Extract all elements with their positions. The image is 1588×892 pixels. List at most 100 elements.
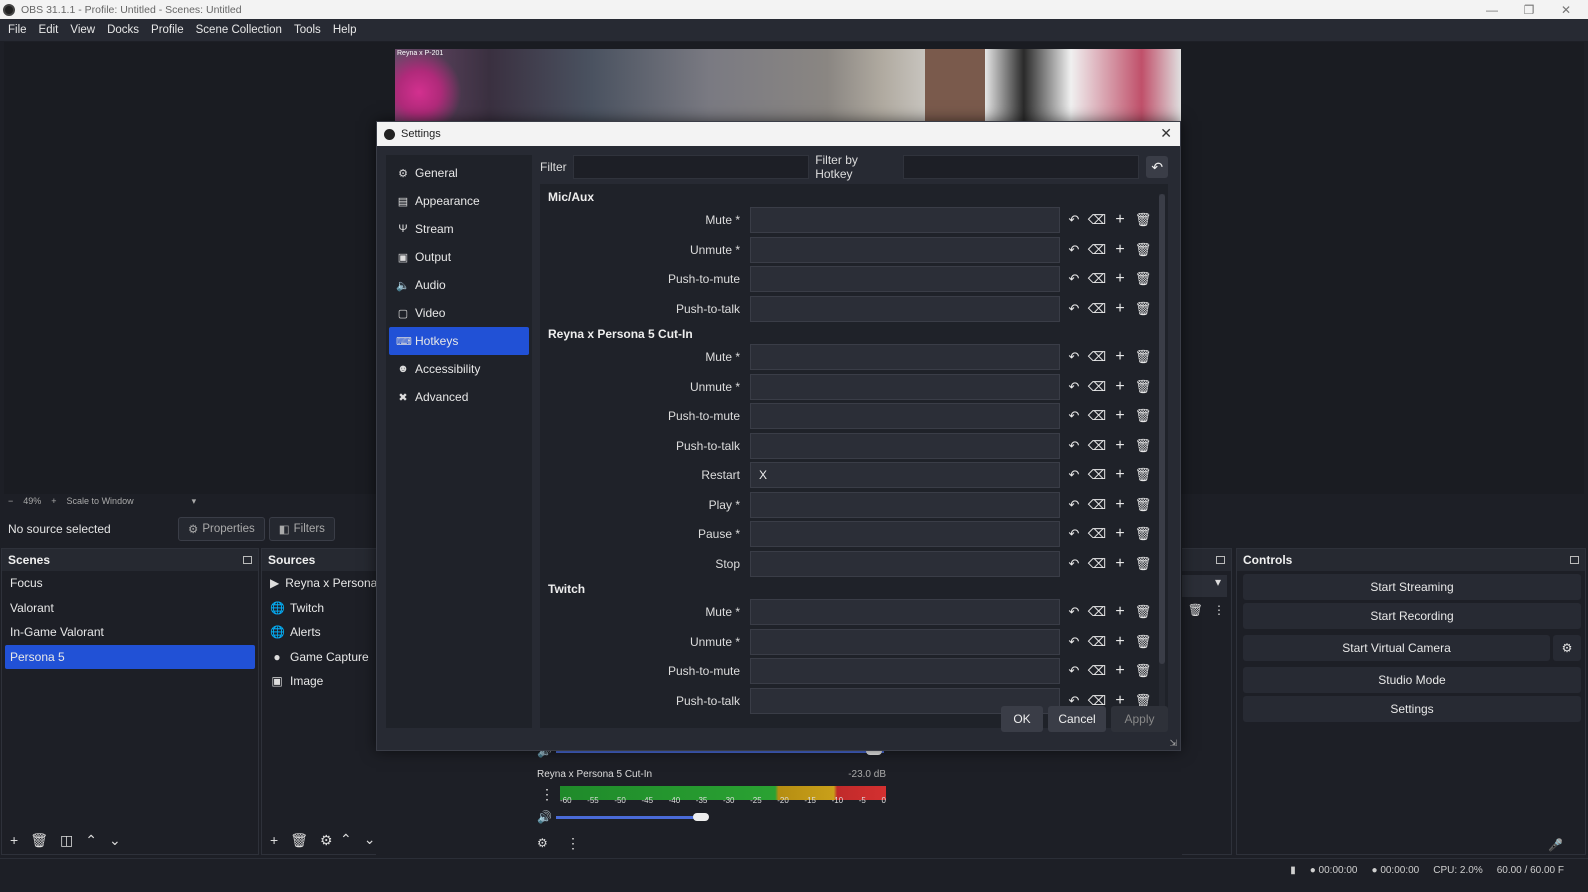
hotkey-input[interactable] [750,628,1060,655]
clear-icon[interactable]: ⌫ [1087,269,1107,289]
nav-hotkeys[interactable]: ⌨ Hotkeys [389,327,529,355]
zoom-out-button[interactable]: − [8,496,13,506]
revert-icon[interactable]: ↶ [1064,240,1084,260]
scrollbar[interactable] [1159,194,1165,714]
menu-scene-collection[interactable]: Scene Collection [190,24,288,36]
revert-icon[interactable]: ↶ [1064,436,1084,456]
gear-icon[interactable]: ⚙ [320,832,333,849]
add-icon[interactable]: + [1110,465,1130,485]
scene-filter-icon[interactable]: ◫ [60,832,73,849]
undock-icon[interactable] [1216,556,1225,564]
speaker-icon[interactable]: 🔊 [537,810,552,824]
trash-icon[interactable]: 🗑 [1133,299,1153,319]
nav-advanced[interactable]: ✖ Advanced [389,383,529,411]
trash-icon[interactable]: 🗑 [1133,661,1153,681]
chevron-up-icon[interactable]: ⌃ [340,831,352,848]
trash-icon[interactable]: 🗑 [1133,406,1153,426]
revert-filter-icon[interactable]: ↶ [1146,156,1168,178]
cancel-button[interactable]: Cancel [1048,706,1106,732]
clear-icon[interactable]: ⌫ [1087,210,1107,230]
revert-icon[interactable]: ↶ [1064,602,1084,622]
hotkey-input[interactable] [750,295,1060,322]
ok-button[interactable]: OK [1001,706,1043,732]
add-icon[interactable]: + [1110,299,1130,319]
scene-item[interactable]: In-Game Valorant [2,620,258,645]
trash-icon[interactable]: 🗑 [30,832,48,849]
source-item[interactable]: ▣ Image [262,669,376,694]
undock-icon[interactable] [243,556,252,564]
trash-icon[interactable]: 🗑 [1133,554,1153,574]
trash-icon[interactable]: 🗑 [1133,632,1153,652]
mixer-settings-icon[interactable]: ⚙ [537,836,548,850]
clear-icon[interactable]: ⌫ [1087,661,1107,681]
revert-icon[interactable]: ↶ [1064,632,1084,652]
minimize-icon[interactable]: — [1474,0,1510,19]
add-icon[interactable]: + [1110,495,1130,515]
chevron-up-icon[interactable]: ⌃ [85,832,97,849]
source-item[interactable]: 🌐 Alerts [262,620,376,645]
scene-item[interactable]: Valorant [2,596,258,621]
add-icon[interactable]: + [1110,524,1130,544]
clear-icon[interactable]: ⌫ [1087,632,1107,652]
trash-icon[interactable]: 🗑 [1133,269,1153,289]
hotkey-input[interactable] [750,373,1060,400]
undock-icon[interactable] [1570,556,1579,564]
start-virtual-camera-button[interactable]: Start Virtual Camera [1243,635,1550,661]
hotkey-input[interactable] [750,344,1060,370]
apply-button[interactable]: Apply [1111,706,1168,732]
volume-slider[interactable] [556,816,701,819]
clear-icon[interactable]: ⌫ [1087,406,1107,426]
hotkey-input[interactable] [750,403,1060,429]
trash-icon[interactable]: 🗑 [1133,465,1153,485]
mic-icon[interactable]: 🎤 [1548,838,1563,852]
revert-icon[interactable]: ↶ [1064,210,1084,230]
nav-stream[interactable]: Ψ Stream [389,215,529,243]
scene-item[interactable]: Focus [2,571,258,596]
trash-icon[interactable]: 🗑 [1133,602,1153,622]
add-icon[interactable]: + [1110,377,1130,397]
hotkey-input[interactable] [750,266,1060,292]
trash-icon[interactable]: 🗑 [1133,240,1153,260]
kebab-menu-icon[interactable]: ⋮ [566,835,580,852]
add-icon[interactable]: + [1110,632,1130,652]
nav-accessibility[interactable]: ☻ Accessibility [389,355,529,383]
volume-knob[interactable] [693,813,709,821]
menu-file[interactable]: File [2,24,33,36]
filters-button[interactable]: ◧ Filters [268,516,335,541]
kebab-menu-icon[interactable]: ⋮ [540,786,554,803]
trash-icon[interactable]: 🗑 [1133,347,1153,367]
resize-grip-icon[interactable]: ⇲ [1169,738,1177,749]
clear-icon[interactable]: ⌫ [1087,436,1107,456]
menu-profile[interactable]: Profile [145,24,190,36]
revert-icon[interactable]: ↶ [1064,495,1084,515]
trash-icon[interactable]: 🗑 [1133,524,1153,544]
filter-hotkey-input[interactable] [902,155,1140,179]
revert-icon[interactable]: ↶ [1064,299,1084,319]
menu-edit[interactable]: Edit [33,24,65,36]
filter-input[interactable] [572,155,810,179]
hotkey-input[interactable] [750,207,1060,233]
add-icon[interactable]: + [1110,210,1130,230]
add-icon[interactable]: + [1110,602,1130,622]
add-icon[interactable]: + [1110,661,1130,681]
start-recording-button[interactable]: Start Recording [1243,603,1581,629]
transition-select[interactable]: ▾ [1182,575,1227,597]
revert-icon[interactable]: ↶ [1064,524,1084,544]
clear-icon[interactable]: ⌫ [1087,299,1107,319]
start-streaming-button[interactable]: Start Streaming [1243,574,1581,600]
chevron-down-icon[interactable]: ▾ [192,496,197,507]
source-item[interactable]: 🌐 Twitch [262,596,376,621]
hotkey-input[interactable] [750,599,1060,625]
clear-icon[interactable]: ⌫ [1087,240,1107,260]
clear-icon[interactable]: ⌫ [1087,377,1107,397]
trash-icon[interactable]: 🗑 [290,832,308,849]
clear-icon[interactable]: ⌫ [1087,465,1107,485]
scrollbar-thumb[interactable] [1159,194,1165,664]
menu-docks[interactable]: Docks [101,24,145,36]
revert-icon[interactable]: ↶ [1064,406,1084,426]
trash-icon[interactable]: 🗑 [1188,603,1203,617]
menu-view[interactable]: View [64,24,101,36]
studio-mode-button[interactable]: Studio Mode [1243,667,1581,693]
hotkey-input[interactable] [750,491,1060,518]
add-icon[interactable]: + [10,832,18,848]
